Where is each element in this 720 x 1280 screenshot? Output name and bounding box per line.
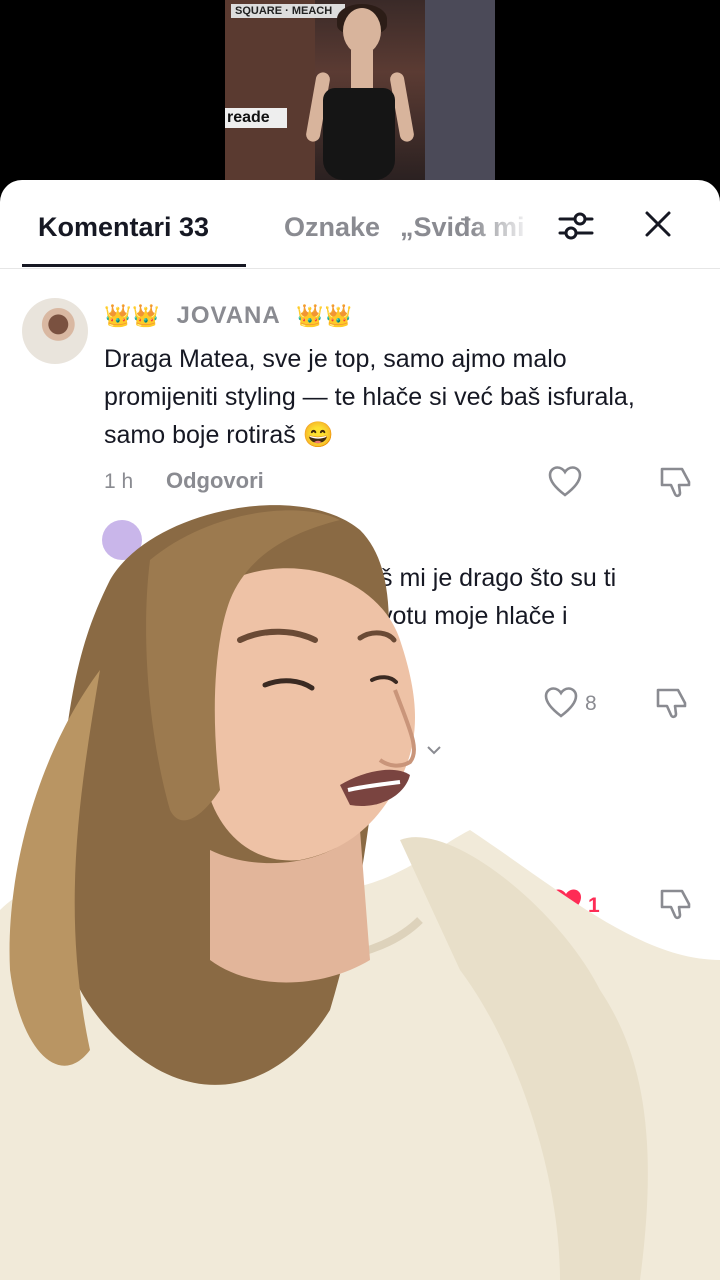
close-button[interactable] bbox=[638, 204, 678, 244]
avatar[interactable] bbox=[22, 298, 88, 364]
store-sign: reade bbox=[225, 108, 287, 128]
tab-comments[interactable]: Komentari 33 bbox=[38, 212, 209, 243]
sliders-icon bbox=[558, 212, 594, 240]
billboard-sign: SQUARE · MEACH bbox=[231, 4, 345, 18]
comment-username[interactable]: 👑👑 JOVANA 👑👑 bbox=[104, 302, 353, 330]
active-tab-indicator bbox=[22, 264, 246, 267]
tab-bar: Komentari 33 Oznake „Sviđa mi bbox=[0, 180, 720, 269]
black-dress bbox=[323, 88, 395, 180]
comment-text: Draga Matea, sve je top, samo ajmo malo … bbox=[104, 345, 635, 449]
person-head bbox=[343, 8, 381, 54]
tab-tags[interactable]: Oznake bbox=[284, 212, 380, 243]
video-background: SQUARE · MEACH reade bbox=[0, 0, 720, 200]
video-thumbnail[interactable]: SQUARE · MEACH reade bbox=[225, 0, 495, 180]
filter-button[interactable] bbox=[556, 206, 596, 246]
presenter-overlay bbox=[0, 505, 720, 1280]
close-icon bbox=[645, 211, 671, 237]
